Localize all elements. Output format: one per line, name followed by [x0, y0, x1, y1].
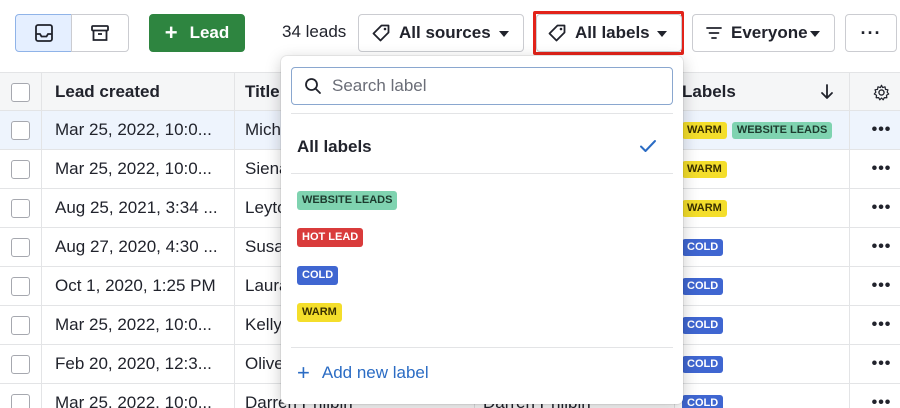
select-all-cell — [0, 73, 42, 111]
row-checkbox[interactable] — [11, 159, 30, 179]
row-select-cell — [0, 111, 42, 149]
more-options-button[interactable]: ··· — [845, 14, 897, 52]
lead-created-cell: Aug 25, 2021, 3:34 ... — [42, 189, 235, 227]
row-select-cell — [0, 150, 42, 188]
plus-icon: + — [297, 360, 310, 385]
row-select-cell — [0, 267, 42, 305]
lead-labels-cell: COLD — [660, 345, 850, 383]
plus-icon: + — [164, 20, 178, 45]
lead-count: 34 leads — [282, 22, 347, 41]
label-tag: WEBSITE LEADS — [731, 121, 833, 139]
labels-filter-label: All labels — [575, 23, 650, 42]
lead-created-cell: Aug 27, 2020, 4:30 ... — [42, 228, 235, 266]
row-select-cell — [0, 345, 42, 383]
column-settings-button[interactable] — [863, 73, 900, 111]
label-option[interactable]: WEBSITE LEADS — [297, 190, 402, 210]
select-all-checkbox[interactable] — [11, 82, 30, 102]
chevron-down-icon — [810, 31, 820, 37]
row-checkbox[interactable] — [11, 237, 30, 257]
row-checkbox[interactable] — [11, 198, 30, 218]
row-checkbox[interactable] — [11, 315, 30, 335]
gear-icon — [873, 84, 890, 100]
search-icon — [305, 78, 321, 94]
owner-filter[interactable]: Everyone — [692, 14, 835, 52]
label-tag: COLD — [682, 316, 724, 334]
row-more-button[interactable]: ••• — [863, 306, 900, 344]
label-option-tag: WEBSITE LEADS — [297, 190, 398, 210]
divider — [291, 347, 673, 348]
sort-down-icon — [821, 84, 833, 99]
label-option-tag: HOT LEAD — [297, 228, 364, 247]
sources-filter-label: All sources — [399, 23, 491, 42]
row-more-button[interactable]: ••• — [863, 345, 900, 383]
row-select-cell — [0, 228, 42, 266]
labels-dropdown: All labels WEBSITE LEADS HOT LEAD COLD WARM… — [281, 56, 683, 404]
filter-icon — [706, 27, 722, 39]
owner-filter-label: Everyone — [731, 23, 808, 42]
check-icon — [640, 140, 656, 152]
row-more-button[interactable]: ••• — [863, 384, 900, 408]
column-header-labels[interactable]: Labels — [660, 73, 850, 111]
row-checkbox[interactable] — [11, 120, 30, 140]
row-more-button[interactable]: ••• — [863, 267, 900, 305]
row-more-button[interactable]: ••• — [863, 189, 900, 227]
row-checkbox[interactable] — [11, 354, 30, 374]
label-option[interactable]: COLD — [297, 265, 343, 285]
row-select-cell — [0, 189, 42, 227]
add-lead-label: Lead — [189, 23, 230, 42]
chevron-down-icon — [657, 31, 667, 37]
label-tag: WARM — [682, 160, 727, 178]
tag-icon — [372, 24, 390, 42]
labels-filter[interactable]: All labels — [536, 14, 682, 52]
row-more-button[interactable]: ••• — [863, 150, 900, 188]
all-labels-option[interactable]: All labels — [281, 126, 683, 168]
inbox-view-button[interactable] — [15, 14, 72, 52]
label-tag: COLD — [682, 355, 724, 373]
divider — [291, 113, 673, 114]
lead-labels-cell: WARM — [660, 150, 850, 188]
column-header-created[interactable]: Lead created — [42, 73, 235, 111]
row-select-cell — [0, 306, 42, 344]
lead-created-cell: Mar 25, 2022, 10:0... — [42, 384, 235, 408]
lead-labels-cell: WARM — [660, 189, 850, 227]
archive-icon — [91, 25, 109, 41]
label-tag: WARM — [682, 121, 727, 139]
row-select-cell — [0, 384, 42, 408]
divider — [291, 173, 673, 174]
lead-labels-cell: WARM WEBSITE LEADS — [660, 111, 850, 149]
lead-labels-cell: COLD — [660, 267, 850, 305]
lead-created-cell: Oct 1, 2020, 1:25 PM — [42, 267, 235, 305]
sources-filter[interactable]: All sources — [358, 14, 524, 52]
add-new-label-text: Add new label — [321, 363, 429, 382]
label-option-tag: WARM — [297, 303, 342, 322]
lead-created-cell: Mar 25, 2022, 10:0... — [42, 306, 235, 344]
label-option-tag: COLD — [297, 265, 339, 285]
label-tag: COLD — [682, 238, 724, 256]
row-more-button[interactable]: ••• — [863, 228, 900, 266]
archive-view-button[interactable] — [71, 14, 129, 52]
label-tag: COLD — [682, 394, 724, 408]
label-tag: WARM — [682, 199, 727, 217]
chevron-down-icon — [499, 31, 509, 37]
tag-icon — [548, 24, 566, 42]
lead-created-cell: Mar 25, 2022, 10:0... — [42, 111, 235, 149]
label-option[interactable]: HOT LEAD — [297, 228, 368, 248]
all-labels-option-text: All labels — [297, 137, 372, 156]
row-checkbox[interactable] — [11, 276, 30, 296]
row-more-button[interactable]: ••• — [863, 111, 900, 149]
lead-labels-cell: COLD — [660, 384, 850, 408]
label-option[interactable]: WARM — [297, 303, 347, 323]
row-checkbox[interactable] — [11, 393, 30, 408]
label-search-input[interactable] — [332, 76, 652, 96]
lead-labels-cell: COLD — [660, 228, 850, 266]
inbox-icon — [34, 24, 53, 42]
lead-created-cell: Mar 25, 2022, 10:0... — [42, 150, 235, 188]
add-lead-button[interactable]: + Lead — [149, 14, 245, 52]
label-tag: COLD — [682, 277, 724, 295]
add-new-label-button[interactable]: + Add new label — [297, 362, 429, 384]
lead-labels-cell: COLD — [660, 306, 850, 344]
label-search-field[interactable] — [291, 67, 673, 105]
column-header-labels-text: Labels — [682, 82, 736, 101]
lead-created-cell: Feb 20, 2020, 12:3... — [42, 345, 235, 383]
